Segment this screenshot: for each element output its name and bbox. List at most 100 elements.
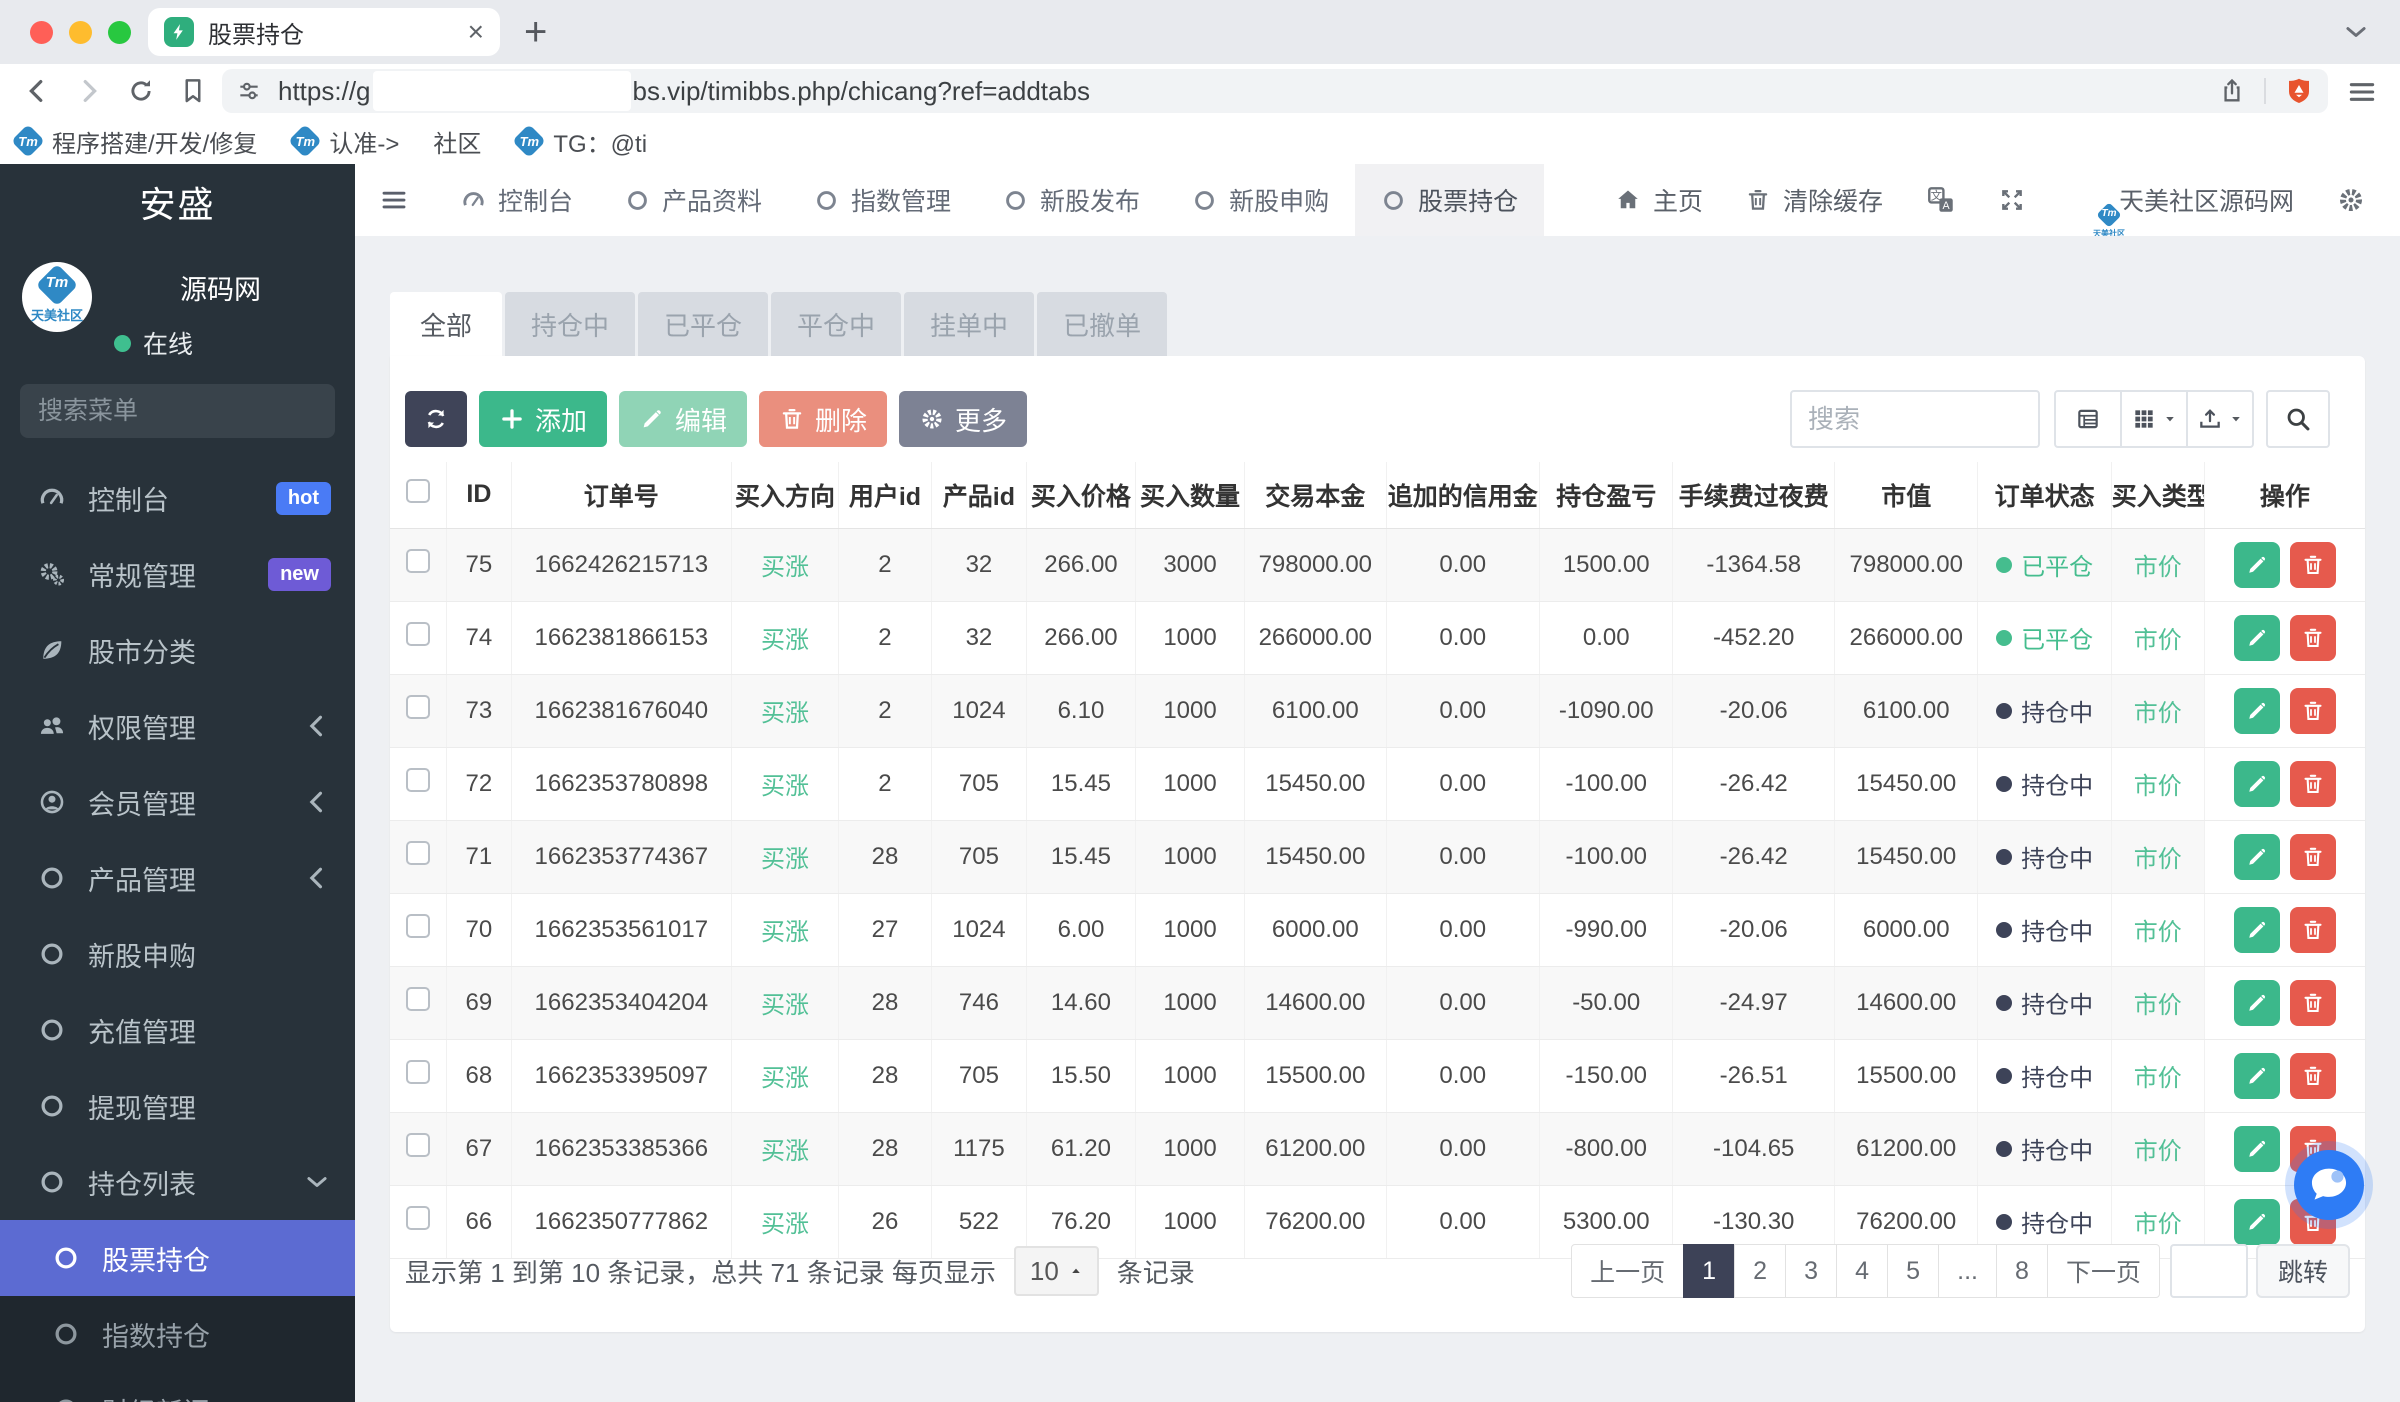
column-header-买入价格[interactable]: 买入价格 (1026, 462, 1136, 529)
sidebar-subitem-股票持仓[interactable]: 股票持仓 (0, 1220, 355, 1296)
sidebar-subitem-财经新闻[interactable]: 财经新闻 (0, 1372, 355, 1402)
columns-button[interactable] (2120, 390, 2188, 448)
page-button-...[interactable]: ... (1938, 1244, 1997, 1298)
row-edit-button[interactable] (2233, 1052, 2280, 1099)
zoom-window-button[interactable] (108, 20, 131, 44)
row-checkbox[interactable] (406, 1133, 431, 1157)
row-delete-button[interactable] (2289, 760, 2336, 807)
add-button[interactable]: 添加 (479, 391, 608, 447)
column-header-操作[interactable]: 操作 (2204, 462, 2365, 529)
sidebar-item-会员管理[interactable]: 会员管理 (0, 764, 355, 840)
filter-tab-已平仓[interactable]: 已平仓 (638, 292, 769, 356)
bookmark-icon[interactable] (178, 76, 208, 106)
sidebar-item-提现管理[interactable]: 提现管理 (0, 1068, 355, 1144)
forward-button[interactable] (74, 76, 104, 106)
browser-menu-icon[interactable] (2346, 76, 2378, 108)
sidebar-item-新股申购[interactable]: 新股申购 (0, 916, 355, 992)
share-icon[interactable] (2218, 77, 2246, 105)
close-window-button[interactable] (30, 20, 53, 44)
page-size-select[interactable]: 10 (1013, 1246, 1099, 1296)
fullscreen-button[interactable] (1999, 187, 2025, 213)
sidebar-toggle-icon[interactable] (379, 185, 409, 215)
row-edit-button[interactable] (2233, 760, 2280, 807)
export-button[interactable] (2186, 390, 2254, 448)
bookmark-item[interactable]: 社区 (433, 124, 481, 159)
new-tab-button[interactable]: + (524, 10, 547, 55)
column-header-手续费过夜费[interactable]: 手续费过夜费 (1672, 462, 1836, 529)
site-settings-icon[interactable] (236, 78, 262, 104)
page-button-8[interactable]: 8 (1995, 1244, 2048, 1298)
sidebar-search[interactable] (20, 384, 355, 438)
jump-button[interactable]: 跳转 (2255, 1244, 2350, 1298)
row-delete-button[interactable] (2289, 1052, 2336, 1099)
sidebar-item-控制台[interactable]: 控制台 hot (0, 460, 355, 536)
column-header-ID[interactable]: ID (446, 462, 512, 529)
sidebar-item-充值管理[interactable]: 充值管理 (0, 992, 355, 1068)
jump-page-input[interactable] (2169, 1244, 2248, 1298)
delete-button[interactable]: 删除 (759, 391, 888, 447)
row-checkbox[interactable] (406, 987, 431, 1011)
sidebar-item-权限管理[interactable]: 权限管理 (0, 688, 355, 764)
nav-tab-新股发布[interactable]: 新股发布 (977, 164, 1166, 236)
row-delete-button[interactable] (2289, 614, 2336, 661)
column-header-交易本金[interactable]: 交易本金 (1244, 462, 1387, 529)
filter-tab-持仓中[interactable]: 持仓中 (505, 292, 636, 356)
detail-view-button[interactable] (2054, 390, 2122, 448)
home-button[interactable]: 主页 (1615, 182, 1703, 218)
column-header-订单状态[interactable]: 订单状态 (1977, 462, 2112, 529)
row-edit-button[interactable] (2233, 614, 2280, 661)
more-button[interactable]: 更多 (899, 391, 1028, 447)
row-delete-button[interactable] (2289, 541, 2336, 588)
column-header-买入方向[interactable]: 买入方向 (731, 462, 840, 529)
nav-tab-控制台[interactable]: 控制台 (435, 164, 599, 236)
browser-tab[interactable]: 股票持仓 × (148, 8, 500, 56)
filter-tab-平仓中[interactable]: 平仓中 (771, 292, 902, 356)
row-checkbox[interactable] (406, 768, 431, 792)
row-delete-button[interactable] (2289, 979, 2336, 1026)
row-edit-button[interactable] (2233, 906, 2280, 953)
sidebar-item-常规管理[interactable]: 常规管理 new (0, 536, 355, 612)
column-header-追加的信用金[interactable]: 追加的信用金 (1386, 462, 1541, 529)
page-button-4[interactable]: 4 (1836, 1244, 1889, 1298)
row-checkbox[interactable] (406, 841, 431, 865)
row-edit-button[interactable] (2233, 541, 2280, 588)
refresh-button[interactable] (405, 391, 467, 447)
row-checkbox[interactable] (406, 1060, 431, 1084)
minimize-window-button[interactable] (69, 20, 92, 44)
bookmark-item[interactable]: Tm 程序搭建/开发/修复 (11, 124, 257, 159)
sidebar-subitem-指数持仓[interactable]: 指数持仓 (0, 1296, 355, 1372)
nav-tab-指数管理[interactable]: 指数管理 (788, 164, 977, 236)
settings-button[interactable] (2336, 185, 2366, 215)
nav-tab-股票持仓[interactable]: 股票持仓 (1355, 164, 1545, 236)
column-header-订单号[interactable]: 订单号 (511, 462, 732, 529)
column-header-用户id[interactable]: 用户id (838, 462, 932, 529)
row-edit-button[interactable] (2233, 979, 2280, 1026)
translate-button[interactable]: 文A (1925, 184, 1957, 216)
select-all-checkbox[interactable] (406, 479, 431, 504)
row-checkbox[interactable] (406, 622, 431, 646)
row-edit-button[interactable] (2233, 1125, 2280, 1172)
reload-button[interactable] (126, 76, 156, 106)
tab-close-icon[interactable]: × (468, 16, 484, 48)
url-bar[interactable]: https://g bs.vip/timibbs.php/chicang?ref… (222, 69, 2328, 113)
row-edit-button[interactable] (2233, 687, 2280, 734)
column-header-买入数量[interactable]: 买入数量 (1135, 462, 1246, 529)
page-button-下一页[interactable]: 下一页 (2046, 1244, 2160, 1298)
filter-tab-已撤单[interactable]: 已撤单 (1037, 292, 1168, 356)
column-header-持仓盈亏[interactable]: 持仓盈亏 (1539, 462, 1674, 529)
page-button-5[interactable]: 5 (1887, 1244, 1940, 1298)
bookmark-item[interactable]: Tm TG：@ti (512, 124, 647, 159)
bookmark-item[interactable]: Tm 认准-> (288, 124, 399, 159)
row-delete-button[interactable] (2289, 906, 2336, 953)
chat-widget[interactable] (2285, 1141, 2373, 1229)
filter-tab-挂单中[interactable]: 挂单中 (904, 292, 1035, 356)
column-header-市值[interactable]: 市值 (1834, 462, 1979, 529)
sidebar-item-股市分类[interactable]: 股市分类 (0, 612, 355, 688)
row-delete-button[interactable] (2289, 833, 2336, 880)
back-button[interactable] (22, 76, 52, 106)
page-button-2[interactable]: 2 (1734, 1244, 1787, 1298)
table-search-input[interactable] (1790, 390, 2040, 448)
sidebar-item-产品管理[interactable]: 产品管理 (0, 840, 355, 916)
page-button-1[interactable]: 1 (1683, 1244, 1736, 1298)
row-checkbox[interactable] (406, 914, 431, 938)
